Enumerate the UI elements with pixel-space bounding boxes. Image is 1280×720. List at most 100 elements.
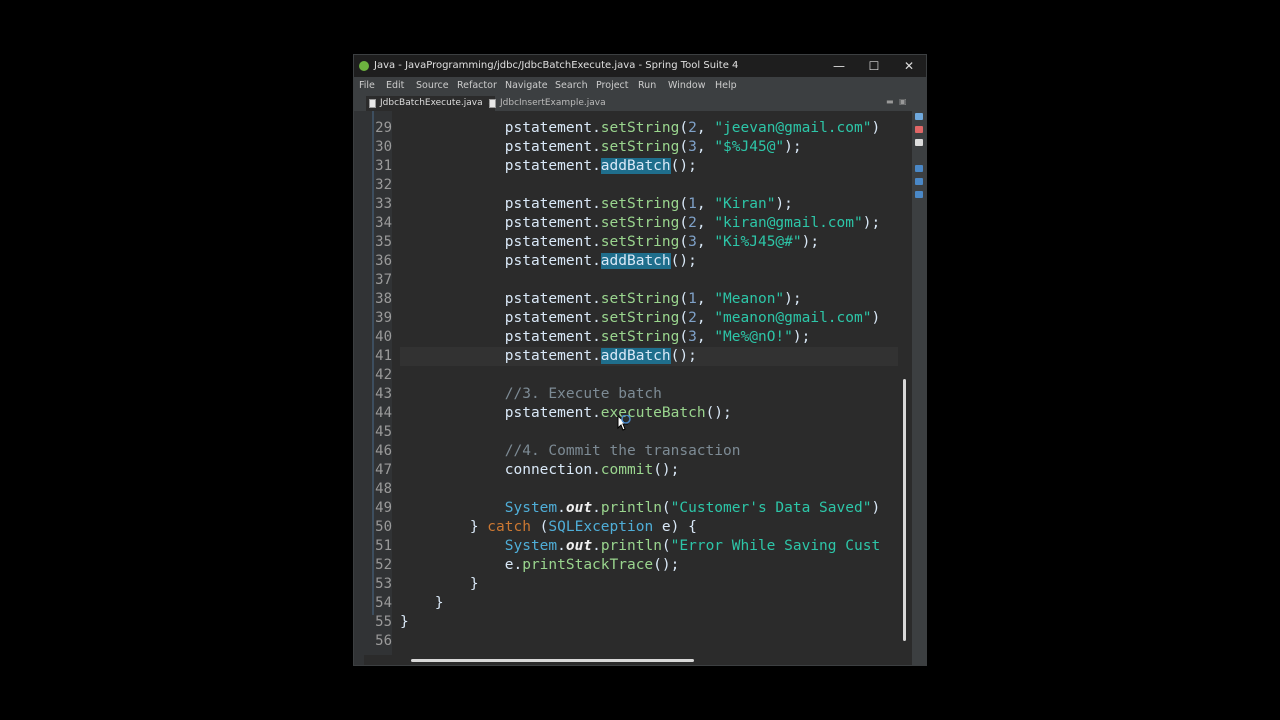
code-token: . <box>592 348 601 364</box>
menu-edit[interactable]: Edit <box>386 80 404 91</box>
code-token: (); <box>670 253 697 269</box>
code-line[interactable]: 35 pstatement.setString(3, "Ki%J45@#"); <box>364 233 898 252</box>
maximize-editor-icon[interactable]: ▣ <box>899 97 907 106</box>
code-text: } <box>470 575 479 594</box>
code-token: setString <box>600 234 680 250</box>
code-token: . <box>592 405 601 421</box>
line-number: 35 <box>375 234 392 250</box>
menu-source[interactable]: Source <box>416 80 449 91</box>
code-text: pstatement.addBatch(); <box>505 157 697 176</box>
code-line[interactable]: 32 <box>364 176 898 195</box>
java-doc-icon[interactable] <box>915 139 923 146</box>
tab-jdbc-insert-example[interactable]: JdbcInsertExample.java <box>486 96 606 111</box>
tab-label: JdbcInsertExample.java <box>500 98 606 108</box>
code-line[interactable]: 38 pstatement.setString(1, "Meanon"); <box>364 290 898 309</box>
menu-refactor[interactable]: Refactor <box>457 80 497 91</box>
bookmarks-icon[interactable] <box>915 178 923 185</box>
code-token: commit <box>600 462 654 478</box>
title-bar: Java - JavaProgramming/jdbc/JdbcBatchExe… <box>354 55 926 77</box>
search-highlight: addBatch <box>600 348 671 364</box>
code-token: (); <box>670 348 697 364</box>
code-line[interactable]: 55} <box>364 613 898 632</box>
code-token: , <box>696 329 715 345</box>
menu-run[interactable]: Run <box>638 80 656 91</box>
menu-search[interactable]: Search <box>555 80 588 91</box>
code-line[interactable]: 41 pstatement.addBatch(); <box>364 347 898 366</box>
code-line[interactable]: 40 pstatement.setString(3, "Me%@nO!"); <box>364 328 898 347</box>
code-line[interactable]: 29 pstatement.setString(2, "jeevan@gmail.… <box>364 119 898 138</box>
editor-tab-bar: JdbcBatchExecute.java✕ JdbcInsertExample… <box>354 95 926 113</box>
code-line[interactable]: 43 //3. Execute batch <box>364 385 898 404</box>
search-highlight: addBatch <box>600 158 671 174</box>
code-token: pstatement <box>504 215 593 231</box>
code-token: setString <box>600 310 680 326</box>
line-number: 50 <box>375 519 392 535</box>
code-token: pstatement <box>504 196 593 212</box>
menu-navigate[interactable]: Navigate <box>505 80 548 91</box>
code-line[interactable]: 44 pstatement.executeBatch(); <box>364 404 898 423</box>
code-line[interactable]: 39 pstatement.setString(2, "meanon@gmail.… <box>364 309 898 328</box>
code-token: "Kiran" <box>714 196 776 212</box>
minimize-editor-icon[interactable]: ▬ <box>886 97 894 106</box>
code-line[interactable]: 48 <box>364 480 898 499</box>
code-text: pstatement.setString(3, "Ki%J45@#"); <box>505 233 819 252</box>
vertical-scrollbar[interactable] <box>899 111 911 655</box>
code-token: (); <box>653 462 680 478</box>
code-token: } <box>469 519 488 535</box>
code-token: . <box>592 215 601 231</box>
code-token: . <box>592 234 601 250</box>
code-line[interactable]: 36 pstatement.addBatch(); <box>364 252 898 271</box>
code-line[interactable]: 33 pstatement.setString(1, "Kiran"); <box>364 195 898 214</box>
code-line[interactable]: 45 <box>364 423 898 442</box>
code-line[interactable]: 51 System.out.println("Error While Saving… <box>364 537 898 556</box>
vertical-scroll-thumb[interactable] <box>903 379 906 641</box>
code-token: "$%J45@" <box>714 139 785 155</box>
menu-project[interactable]: Project <box>596 80 629 91</box>
code-line[interactable]: 52 e.printStackTrace(); <box>364 556 898 575</box>
line-number: 49 <box>375 500 392 516</box>
code-area[interactable]: 29 pstatement.setString(2, "jeevan@gmail.… <box>364 111 898 655</box>
code-token: (); <box>670 158 697 174</box>
code-text: } catch (SQLException e) { <box>470 518 697 537</box>
code-line[interactable]: 50 } catch (SQLException e) { <box>364 518 898 537</box>
code-token: pstatement <box>504 291 593 307</box>
outline-icon[interactable] <box>915 113 923 120</box>
spring-boot-icon[interactable] <box>915 165 923 172</box>
menu-window[interactable]: Window <box>668 80 705 91</box>
code-token: catch <box>487 519 531 535</box>
code-line[interactable]: 56 <box>364 632 898 651</box>
code-token: . <box>557 500 566 516</box>
code-editor[interactable]: 29 pstatement.setString(2, "jeevan@gmail.… <box>364 111 898 655</box>
code-line[interactable]: 47 connection.commit(); <box>364 461 898 480</box>
menu-help[interactable]: Help <box>715 80 737 91</box>
menu-file[interactable]: File <box>359 80 375 91</box>
code-line[interactable]: 46 //4. Commit the transaction <box>364 442 898 461</box>
maximize-button[interactable]: ☐ <box>859 57 889 75</box>
task-list-icon[interactable] <box>915 126 923 133</box>
code-line[interactable]: 31 pstatement.addBatch(); <box>364 157 898 176</box>
horizontal-scrollbar[interactable] <box>364 655 912 665</box>
code-text: pstatement.addBatch(); <box>505 252 697 271</box>
code-line[interactable]: 53} <box>364 575 898 594</box>
minimize-button[interactable]: — <box>824 57 854 75</box>
code-line[interactable]: 37 <box>364 271 898 290</box>
code-token: pstatement <box>504 253 593 269</box>
code-line[interactable]: 42 <box>364 366 898 385</box>
code-token: ); <box>775 196 793 212</box>
code-token: . <box>592 538 601 554</box>
code-token: //4. Commit the transaction <box>504 443 741 459</box>
close-button[interactable]: ✕ <box>894 57 924 75</box>
java-file-icon <box>369 99 376 108</box>
horizontal-scroll-thumb[interactable] <box>411 659 694 662</box>
code-line[interactable]: 34 pstatement.setString(2, "kiran@gmail.c… <box>364 214 898 233</box>
code-token: 2 <box>688 310 697 326</box>
code-token: , <box>696 234 715 250</box>
code-token: setString <box>600 329 680 345</box>
code-text: pstatement.setString(3, "$%J45@"); <box>505 138 802 157</box>
code-token: //3. Execute batch <box>504 386 662 402</box>
code-token: out <box>565 500 593 516</box>
code-line[interactable]: 30 pstatement.setString(3, "$%J45@"); <box>364 138 898 157</box>
more-views-icon[interactable] <box>915 191 923 198</box>
code-line[interactable]: 49 System.out.println("Customer's Data Sa… <box>364 499 898 518</box>
code-line[interactable]: 54} <box>364 594 898 613</box>
